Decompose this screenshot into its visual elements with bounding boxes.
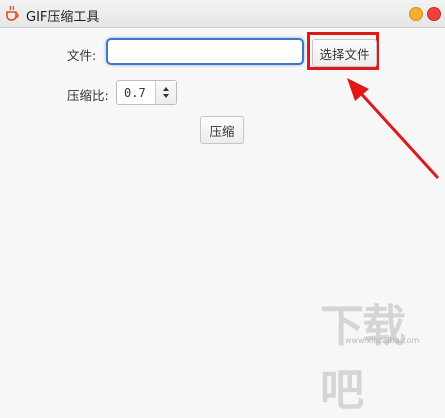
watermark-logo: 下载吧 [320,301,406,416]
watermark-url: www.xiazaiba.com [345,336,420,345]
